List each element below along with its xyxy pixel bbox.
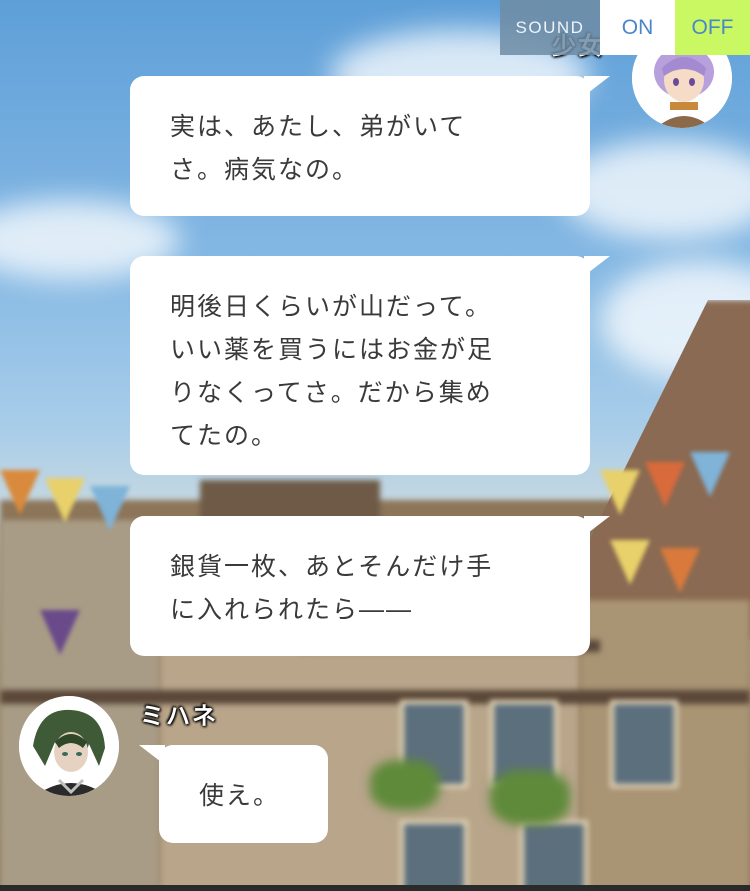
window xyxy=(520,820,588,891)
message-bubble-2: 明後日くらいが山だって。 いい薬を買うにはお金が足 りなくってさ。だから集め て… xyxy=(130,256,610,475)
message-bubble-3: 銀貨一枚、あとそんだけ手 に入れられたら―― xyxy=(130,516,610,656)
bunting-flag xyxy=(45,478,85,523)
mihane-avatar[interactable] xyxy=(19,696,119,796)
bunting-flag xyxy=(610,540,650,585)
message-bubble-4: 使え。 xyxy=(139,745,328,843)
plant xyxy=(370,760,440,810)
bunting-flag xyxy=(690,452,730,497)
window xyxy=(610,700,678,788)
message-bubble-1: 実は、あたし、弟がいて さ。病気なの。 xyxy=(130,76,610,216)
window xyxy=(400,820,468,891)
bunting-flag xyxy=(90,486,130,531)
sound-off-button[interactable]: OFF xyxy=(675,0,750,55)
speaker-name-mihane: ミハネ xyxy=(140,702,218,730)
bunting-flag xyxy=(0,470,40,515)
bunting-flag xyxy=(600,470,640,515)
sound-toggle: SOUND ON OFF xyxy=(500,0,750,55)
plant xyxy=(490,770,570,825)
bunting-flag xyxy=(40,610,80,655)
bunting-flag xyxy=(645,462,685,507)
bottom-strip xyxy=(0,885,750,891)
bunting-flag xyxy=(660,548,700,593)
sound-on-button[interactable]: ON xyxy=(600,0,675,55)
mihane-portrait-icon xyxy=(19,696,119,796)
sound-label: SOUND xyxy=(500,0,600,55)
